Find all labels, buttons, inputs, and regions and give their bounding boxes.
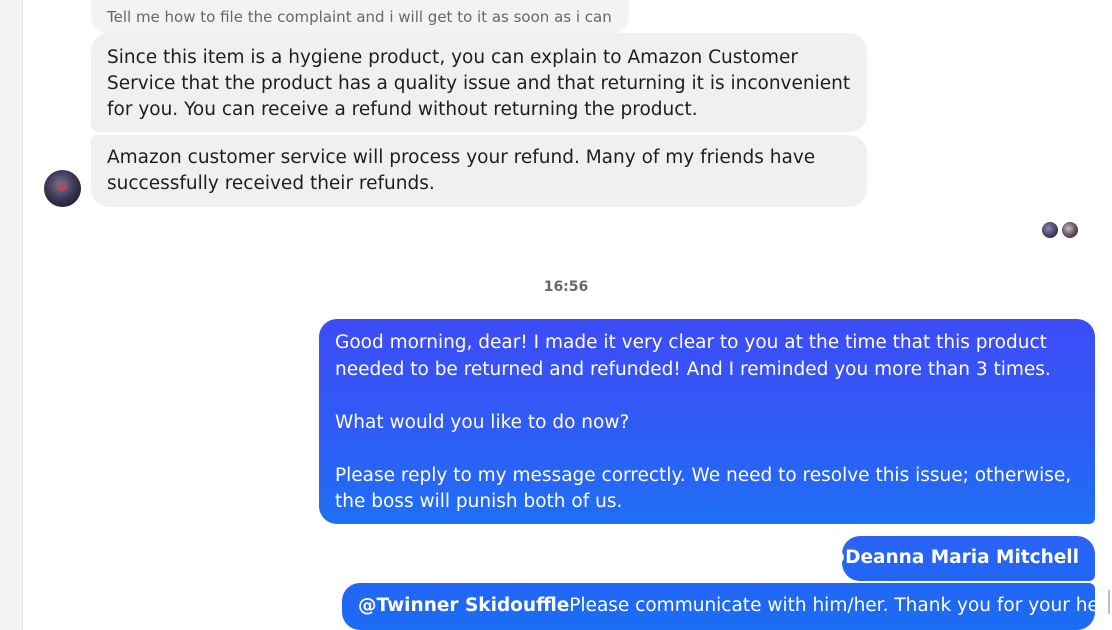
quoted-message[interactable]: Tell me how to file the complaint and i … [91,0,629,34]
outgoing-mention-bubble[interactable]: @Deanna Maria Mitchell [827,536,1095,581]
read-receipt-avatar [1041,221,1059,239]
outgoing-message-bubble[interactable]: Good morning, dear! I made it very clear… [319,319,1095,524]
incoming-message-bubble[interactable]: Amazon customer service will process you… [91,135,867,207]
message-timestamp: 16:56 [543,279,589,295]
read-receipts [1041,221,1079,239]
message-text: Please communicate with him/her. Thank y… [569,595,1112,617]
mention-link[interactable]: @Deanna Maria Mitchell [827,545,1079,572]
outgoing-mention-bubble[interactable]: @Twinner Skidouffle Please communicate w… [342,583,1112,630]
sender-avatar[interactable] [44,170,81,207]
message-paragraph: What would you like to do now? [335,411,630,433]
mention-link[interactable]: @Twinner Skidouffle [358,593,569,620]
message-paragraph: Please reply to my message correctly. We… [335,464,1072,513]
message-paragraph: Good morning, dear! I made it very clear… [335,332,1051,380]
avatar-detail [58,182,67,191]
chat-thread: Tell me how to file the complaint and i … [0,0,1112,630]
read-receipt-avatar [1061,221,1079,239]
scrollbar-thumb[interactable] [1108,590,1110,614]
incoming-message-bubble[interactable]: Since this item is a hygiene product, yo… [91,33,867,132]
left-rail [0,0,23,630]
